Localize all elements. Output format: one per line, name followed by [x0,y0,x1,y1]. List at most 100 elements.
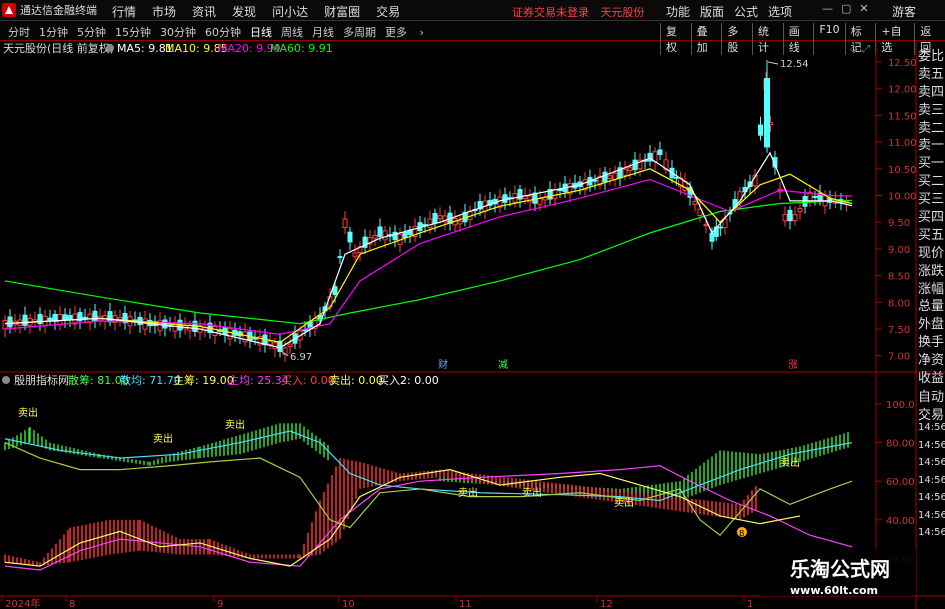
menu-item-ask[interactable]: 问小达 [272,3,308,20]
price-axis: 12.50 12.00 11.50 11.00 10.50 10.00 9.50 9.00 8.… [876,58,917,363]
candle-body [82,316,88,319]
menu-formula[interactable]: 公式 [734,3,758,20]
quote-label: 委比 [918,49,945,64]
settings-icon[interactable] [106,44,114,52]
trade-login-status[interactable]: 证券交易未登录 [512,6,589,19]
sell-label: 卖出 [522,486,542,499]
indicator-value-7: 买入2: 0.00 [378,374,439,387]
quote-label: 卖五 [918,66,945,82]
candle-body [797,208,803,213]
period-tab-intraday[interactable]: 分时 [8,24,30,40]
candle-body [107,311,113,323]
candle-body [718,226,724,229]
candle-body [612,172,618,180]
menu-item-market[interactable]: 市场 [152,3,176,20]
top-right-menu: 功能 版面 公式 选项 [666,3,802,20]
period-tab-multi[interactable]: 多周期 [343,24,376,40]
minimize-icon[interactable]: — [822,2,833,15]
menu-item-news[interactable]: 资讯 [192,3,216,20]
period-tab-weekly[interactable]: 周线 [281,24,303,40]
restore-icon[interactable]: ▢ [841,2,851,15]
period-tab-monthly[interactable]: 月线 [312,24,334,40]
app-title: 通达信金融终端 [2,2,97,18]
tick-time: 14:56 [918,457,945,468]
tick-time: 14:56 [918,492,945,503]
quote-panel: 委比 卖五 卖四 卖三 卖二 卖一 买一 买二 买三 买四 买五 现价 涨跌 涨… [918,48,945,388]
indicator-tick-label: 100.0 [886,400,915,411]
quote-label: 现价 [918,245,945,261]
ma60-label: MA60: 9.91 [270,42,333,55]
candle-body [372,235,378,239]
menu-item-wealth[interactable]: 财富圈 [324,3,360,20]
indicator-bars [4,423,849,567]
menu-item-discover[interactable]: 发现 [232,3,256,20]
chart-title: 天元股份(日线 前复权) [3,41,114,55]
candle-body [287,343,293,347]
menu-options[interactable]: 选项 [768,3,792,20]
period-tab-30min[interactable]: 30分钟 [160,24,196,40]
time-axis: 2024年 8 9 10 11 12 1 [1,596,753,609]
menu-functions[interactable]: 功能 [666,3,690,20]
time-label: 11 [459,599,472,609]
candle-body [812,195,818,198]
reduce-marker[interactable]: 减 [498,359,508,371]
period-tab-1min[interactable]: 1分钟 [39,24,68,40]
guest-user[interactable]: 游客 [892,3,916,20]
period-tab-more[interactable]: 更多 › [385,24,424,40]
candle-body [332,286,338,296]
candle-body [342,218,348,229]
trade-label[interactable]: 交易 [918,404,945,423]
main-menu: 行情 市场 资讯 发现 问小达 财富圈 交易 [112,3,416,20]
period-toolbar: 分时 1分钟 5分钟 15分钟 30分钟 60分钟 日线 周线 月线 多周期 更… [0,21,945,55]
time-label: 12 [600,599,613,609]
period-tab-5min[interactable]: 5分钟 [77,24,106,40]
indicator-tick-label: 60.00 [886,477,915,488]
candle-body [432,212,438,224]
candle-body [22,314,28,326]
candle-body [47,317,53,321]
menu-item-quotes[interactable]: 行情 [112,3,136,20]
diamond-icon[interactable]: ◇ [850,44,858,55]
candle-body [592,179,598,182]
indicator-tick-label: 80.00 [886,439,915,450]
indicator-value-5: 买入: 0.00 [281,374,335,387]
tick-time: 14:56 [918,509,945,521]
candle-body [457,220,463,225]
quote-label: 卖四 [918,84,945,100]
indicator-value-6: 卖出: 0.00 [329,373,383,387]
period-tabs: 分时 1分钟 5分钟 15分钟 30分钟 60分钟 日线 周线 月线 多周期 更… [8,24,433,40]
period-tab-daily[interactable]: 日线 [250,24,272,40]
high-price-label: 12.54 [780,59,809,70]
time-label: 9 [217,599,223,609]
indicator-title: 殷朋指标网 [14,373,69,387]
window-controls: — ▢ ✕ [822,2,869,15]
candle-body [402,232,408,238]
candle-body [627,167,633,172]
sell-label: 卖出 [458,486,478,499]
period-tab-60min[interactable]: 60分钟 [205,24,241,40]
candle-body [502,194,508,203]
auto-label[interactable]: 自动 [918,386,945,405]
candle-body [62,314,68,321]
candle-body [764,78,770,148]
close-icon[interactable]: ✕ [859,2,868,15]
price-tick-label: 11.00 [888,138,917,149]
indicator-lines [4,430,853,571]
menu-item-trade[interactable]: 交易 [376,3,400,20]
sell-label: 卖出 [780,456,800,469]
candle-body [227,328,233,340]
quote-label: 净资 [918,353,945,369]
finance-marker[interactable]: 财 [438,358,448,371]
chart-area[interactable]: 12.50 12.00 11.50 11.00 10.50 10.00 9.50 9.00 8.… [0,41,945,609]
price-tick-label: 12.50 [888,58,917,69]
indicator-settings-icon[interactable] [2,376,10,384]
menu-layout[interactable]: 版面 [700,3,724,20]
more-label: 更多 [385,26,407,39]
quote-label: 买五 [918,227,945,243]
buy-signal-label: B [739,529,745,538]
expand-icon[interactable]: ⤢ [862,44,870,55]
candle-body [2,320,8,330]
period-tab-15min[interactable]: 15分钟 [115,24,151,40]
quote-label: 涨跌 [918,263,945,279]
rise-marker[interactable]: 涨 [788,359,798,371]
